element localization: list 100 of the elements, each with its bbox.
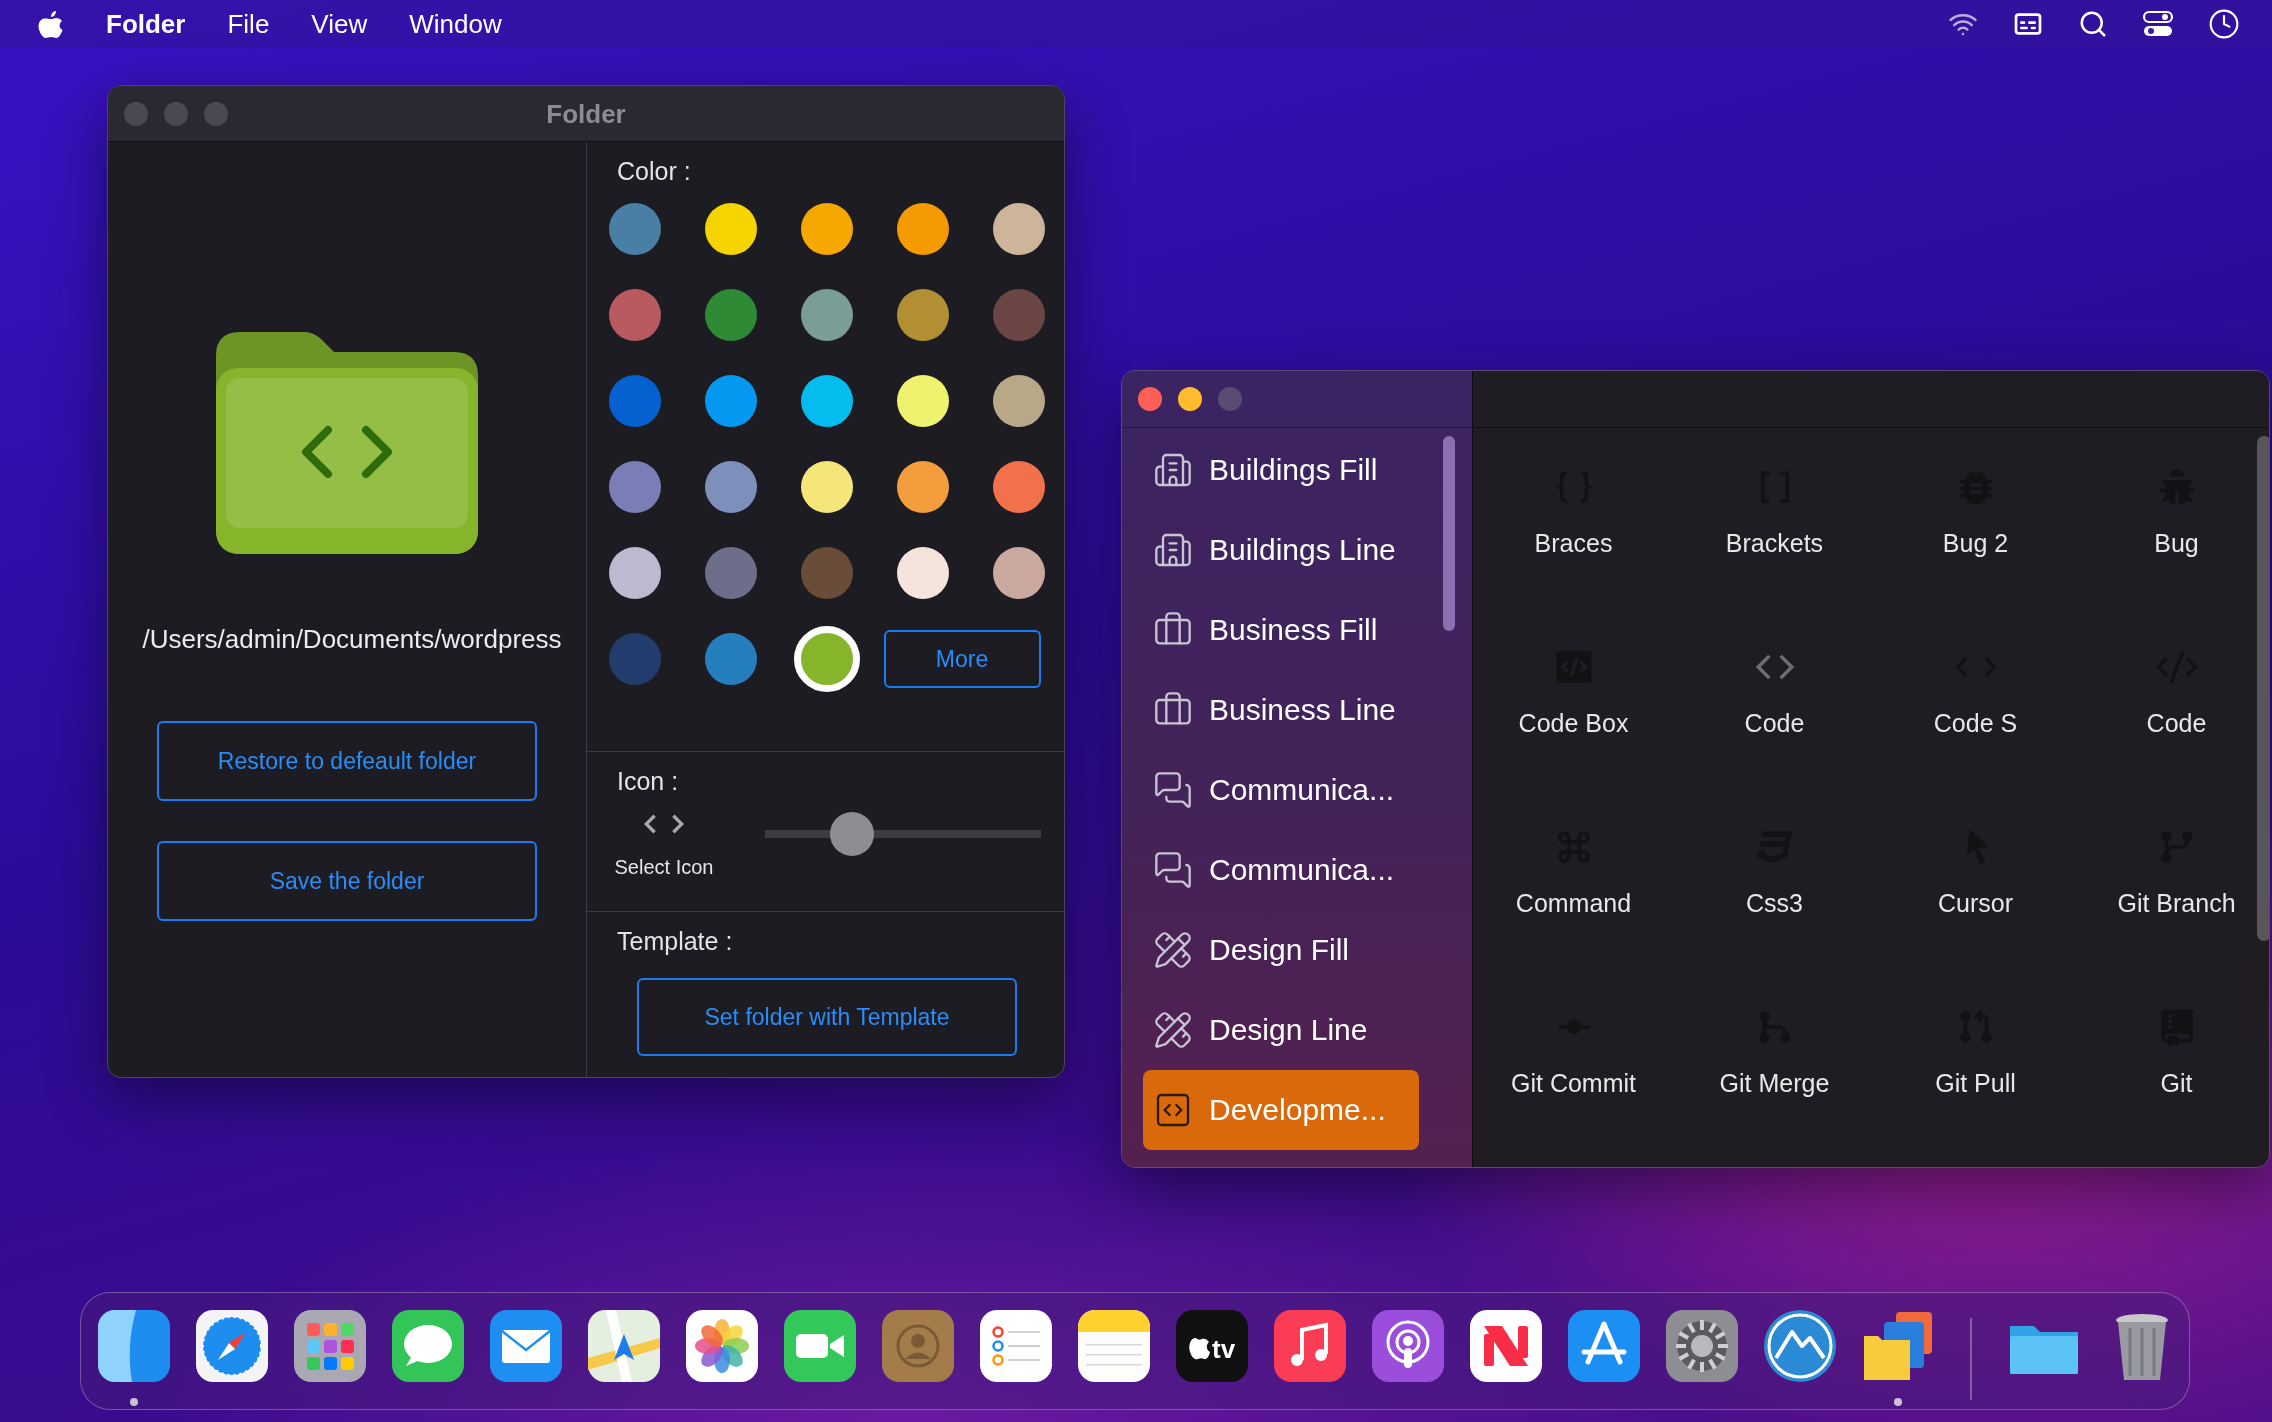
color-swatch[interactable] <box>993 547 1045 599</box>
sidebar-item[interactable]: Business Fill <box>1143 590 1419 670</box>
sidebar-label: Business Fill <box>1209 613 1378 647</box>
scrollbar[interactable] <box>1443 436 1455 631</box>
apple-icon[interactable] <box>38 9 64 39</box>
color-swatch[interactable] <box>897 289 949 341</box>
app-store-icon[interactable] <box>1566 1308 1642 1384</box>
save-button[interactable]: Save the folder <box>157 841 537 921</box>
color-swatch[interactable] <box>705 289 757 341</box>
color-swatch[interactable] <box>897 203 949 255</box>
color-swatch[interactable] <box>705 461 757 513</box>
color-swatch[interactable] <box>801 461 853 513</box>
menu-item[interactable]: File <box>227 8 270 40</box>
gear-icon[interactable] <box>1664 1308 1740 1384</box>
sidebar-item[interactable]: Design Fill <box>1143 910 1419 990</box>
sidebar-item[interactable]: Buildings Fill <box>1143 430 1419 510</box>
section-label: Icon : <box>616 766 680 796</box>
color-swatch[interactable] <box>801 289 853 341</box>
close-button[interactable] <box>1138 387 1162 411</box>
search-icon[interactable] <box>2078 9 2108 39</box>
sidebar-item[interactable]: Buildings Line <box>1143 510 1419 590</box>
color-swatch[interactable] <box>705 633 757 685</box>
icon-label[interactable]: Bug <box>2154 528 2199 558</box>
color-swatch[interactable] <box>801 375 853 427</box>
icon-label[interactable]: Code Box <box>1518 708 1629 738</box>
icon-label[interactable]: Command <box>1515 888 1632 918</box>
video-camera-icon[interactable] <box>782 1308 858 1384</box>
icon-label[interactable]: Git Merge <box>1719 1068 1830 1098</box>
app-menu[interactable]: Folder <box>106 8 186 40</box>
icon-label[interactable]: Brackets <box>1725 528 1824 558</box>
color-swatch[interactable] <box>609 289 661 341</box>
icon-label[interactable]: Git Commit <box>1511 1068 1636 1098</box>
icon-label[interactable]: Code <box>1744 708 1805 738</box>
sidebar-label: Design Line <box>1209 1013 1368 1047</box>
contact-book-icon[interactable] <box>880 1308 956 1384</box>
icon-label[interactable]: Cursor <box>1938 888 2013 918</box>
mountain-icon[interactable] <box>1762 1308 1838 1384</box>
toggles-icon[interactable] <box>2142 10 2174 38</box>
color-swatch[interactable] <box>609 203 661 255</box>
icon-label[interactable]: Code <box>2146 708 2207 738</box>
notepad-icon[interactable] <box>1076 1308 1152 1384</box>
app-grid-icon[interactable] <box>292 1308 368 1384</box>
sidebar-label: Design Fill <box>1209 933 1350 967</box>
color-swatch[interactable] <box>993 203 1045 255</box>
podcast-icon[interactable] <box>1370 1308 1446 1384</box>
color-swatch[interactable] <box>897 461 949 513</box>
checklist-icon[interactable] <box>978 1308 1054 1384</box>
flower-icon[interactable] <box>684 1308 760 1384</box>
chat-bubble-icon[interactable] <box>390 1308 466 1384</box>
clock-icon[interactable] <box>2208 8 2240 40</box>
tv-icon[interactable]: tv <box>1174 1308 1250 1384</box>
color-swatch[interactable] <box>993 375 1045 427</box>
sidebar-label: Communica... <box>1209 773 1395 807</box>
color-swatch[interactable] <box>897 375 949 427</box>
icon-label[interactable]: Code S <box>1933 708 2018 738</box>
split-square-icon[interactable] <box>96 1308 172 1384</box>
icon-label[interactable]: Git Pull <box>1935 1068 2016 1098</box>
compass-icon[interactable] <box>194 1308 270 1384</box>
color-swatch[interactable] <box>801 547 853 599</box>
window-title: Folder <box>546 98 626 130</box>
sidebar-label: Buildings Line <box>1209 533 1396 567</box>
scrollbar[interactable] <box>2257 436 2269 941</box>
running-indicator <box>1894 1398 1902 1406</box>
sidebar-item[interactable]: Design Line <box>1143 990 1419 1070</box>
music-note-icon[interactable] <box>1272 1308 1348 1384</box>
running-indicator <box>130 1398 138 1406</box>
restore-button[interactable]: Restore to defeault folder <box>157 721 537 801</box>
more-button[interactable]: More <box>883 630 1041 688</box>
color-swatch[interactable] <box>705 375 757 427</box>
icon-label[interactable]: Git <box>2160 1068 2193 1098</box>
minimize-button[interactable] <box>1178 387 1202 411</box>
menu-item[interactable]: View <box>311 8 368 40</box>
slider-thumb[interactable] <box>829 812 874 856</box>
map-icon[interactable] <box>586 1308 662 1384</box>
color-swatch[interactable] <box>609 633 661 685</box>
sidebar-item[interactable]: Developme... <box>1143 1070 1419 1150</box>
icon-label[interactable]: Braces <box>1534 528 1613 558</box>
color-swatch[interactable] <box>801 203 853 255</box>
icon-label[interactable]: Bug 2 <box>1942 528 2009 558</box>
template-button[interactable]: Set folder with Template <box>637 978 1017 1056</box>
chat-bubbles-icon <box>1153 770 1193 810</box>
icon-label[interactable]: Git Branch <box>2117 888 2236 918</box>
color-swatch[interactable] <box>993 461 1045 513</box>
color-swatch[interactable] <box>705 547 757 599</box>
color-swatch[interactable] <box>609 547 661 599</box>
icon-label[interactable]: Css3 <box>1746 888 1803 918</box>
news-icon[interactable] <box>1468 1308 1544 1384</box>
color-swatch[interactable] <box>609 375 661 427</box>
sidebar-label: Developme... <box>1209 1093 1386 1127</box>
menu-item[interactable]: Window <box>409 8 502 40</box>
envelope-icon[interactable] <box>488 1308 564 1384</box>
color-swatch[interactable] <box>609 461 661 513</box>
sidebar-item[interactable]: Communica... <box>1143 830 1419 910</box>
color-swatch[interactable] <box>897 547 949 599</box>
sidebar-label: Business Line <box>1209 693 1396 727</box>
color-swatch[interactable] <box>993 289 1045 341</box>
sidebar-label: Communica... <box>1209 853 1395 887</box>
sidebar-item[interactable]: Business Line <box>1143 670 1419 750</box>
sidebar-item[interactable]: Communica... <box>1143 750 1419 830</box>
color-swatch[interactable] <box>705 203 757 255</box>
